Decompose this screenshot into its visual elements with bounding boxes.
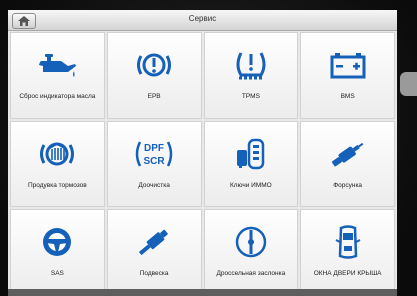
tile-label: TPMS — [241, 93, 260, 100]
tile-oil-reset[interactable]: Сброс индикатора масла — [10, 32, 105, 119]
tile-label: Сброс индикатора масла — [19, 93, 96, 100]
tile-label: Дроссельная заслонка — [216, 270, 286, 278]
tile-bms[interactable]: BMS — [300, 32, 395, 119]
injector-icon — [331, 142, 363, 167]
dpf-scr-icon: DPF SCR — [135, 141, 173, 167]
tile-label: Подвеска — [139, 270, 169, 278]
tile-throttle[interactable]: Дроссельная заслонка — [203, 209, 299, 296]
tile-brake-bleed[interactable]: Продувка тормозов — [10, 120, 105, 208]
tile-label: BMS — [340, 93, 355, 100]
title-bar: Сервис — [8, 10, 397, 31]
battery-icon — [330, 53, 366, 79]
tile-dpf[interactable]: DPF SCR Доочистка — [106, 120, 202, 208]
tile-suspension[interactable]: Подвеска — [106, 209, 202, 296]
home-button[interactable] — [12, 13, 36, 29]
oil-can-icon — [39, 54, 77, 77]
parking-brake-icon — [137, 53, 172, 77]
tile-label: SAS — [50, 270, 64, 278]
home-icon — [18, 16, 30, 26]
window-door-roof-icon — [335, 225, 361, 260]
tile-immo[interactable]: Ключи ИММО — [203, 120, 299, 208]
tire-pressure-icon — [236, 52, 266, 80]
bottom-bar — [8, 289, 397, 296]
immo-key-icon — [236, 138, 265, 169]
tile-injector[interactable]: Форсунка — [300, 120, 395, 208]
side-hardware-button[interactable] — [400, 72, 417, 96]
dpf-icon-top-text: DPF — [144, 143, 164, 154]
function-grid: Сброс индикатора масла EPB TPMS BMS Прод… — [10, 32, 395, 296]
tile-sas[interactable]: SAS — [10, 209, 105, 296]
page-title: Сервис — [188, 14, 217, 23]
tile-label: Продувка тормозов — [27, 181, 87, 189]
tile-label: Доочистка — [138, 181, 170, 189]
throttle-icon — [235, 227, 267, 258]
tablet-screen: Сервис Сброс индикатора масла EPB TPMS B… — [8, 10, 397, 296]
tile-label: EPB — [147, 93, 161, 100]
tile-label: ОКНА ДВЕРИ КРЫША — [313, 270, 382, 278]
tile-epb[interactable]: EPB — [106, 32, 202, 119]
tile-window-door-roof[interactable]: ОКНА ДВЕРИ КРЫША — [300, 209, 395, 296]
steering-wheel-icon — [43, 228, 72, 257]
tile-label: Форсунка — [333, 181, 363, 189]
dpf-icon-bottom-text: SCR — [144, 156, 166, 167]
tile-tpms[interactable]: TPMS — [203, 32, 299, 119]
suspension-icon — [139, 230, 168, 256]
tile-label: Ключи ИММО — [230, 181, 272, 189]
brake-bleed-icon — [40, 142, 75, 166]
